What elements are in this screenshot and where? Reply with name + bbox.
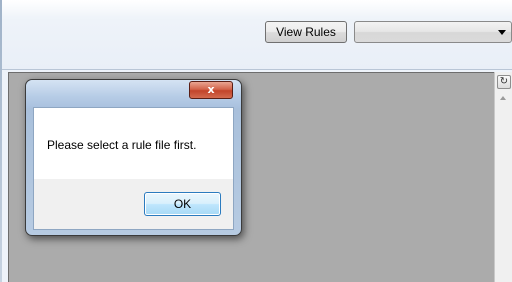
dialog-message-area: Please select a rule file first. [34,108,233,179]
scroll-up-icon[interactable] [500,96,506,100]
message-dialog: x Please select a rule file first. OK [25,79,242,236]
dialog-titlebar[interactable]: x [26,80,241,108]
dialog-message: Please select a rule file first. [47,138,197,152]
ok-button[interactable]: OK [144,192,221,216]
side-scroll-panel: ↻ [494,72,512,282]
view-rules-button[interactable]: View Rules [265,21,347,43]
close-button[interactable]: x [189,81,233,99]
toolbar: View Rules [2,0,512,70]
chevron-down-icon[interactable] [498,30,506,35]
close-icon: x [207,83,215,96]
rule-file-select[interactable] [354,21,512,43]
app-window: View Rules ↻ x Please select a rule file… [0,0,512,282]
dialog-body: Please select a rule file first. OK [33,107,234,230]
toolbar-top-strip [2,0,512,16]
refresh-icon[interactable]: ↻ [497,75,511,89]
